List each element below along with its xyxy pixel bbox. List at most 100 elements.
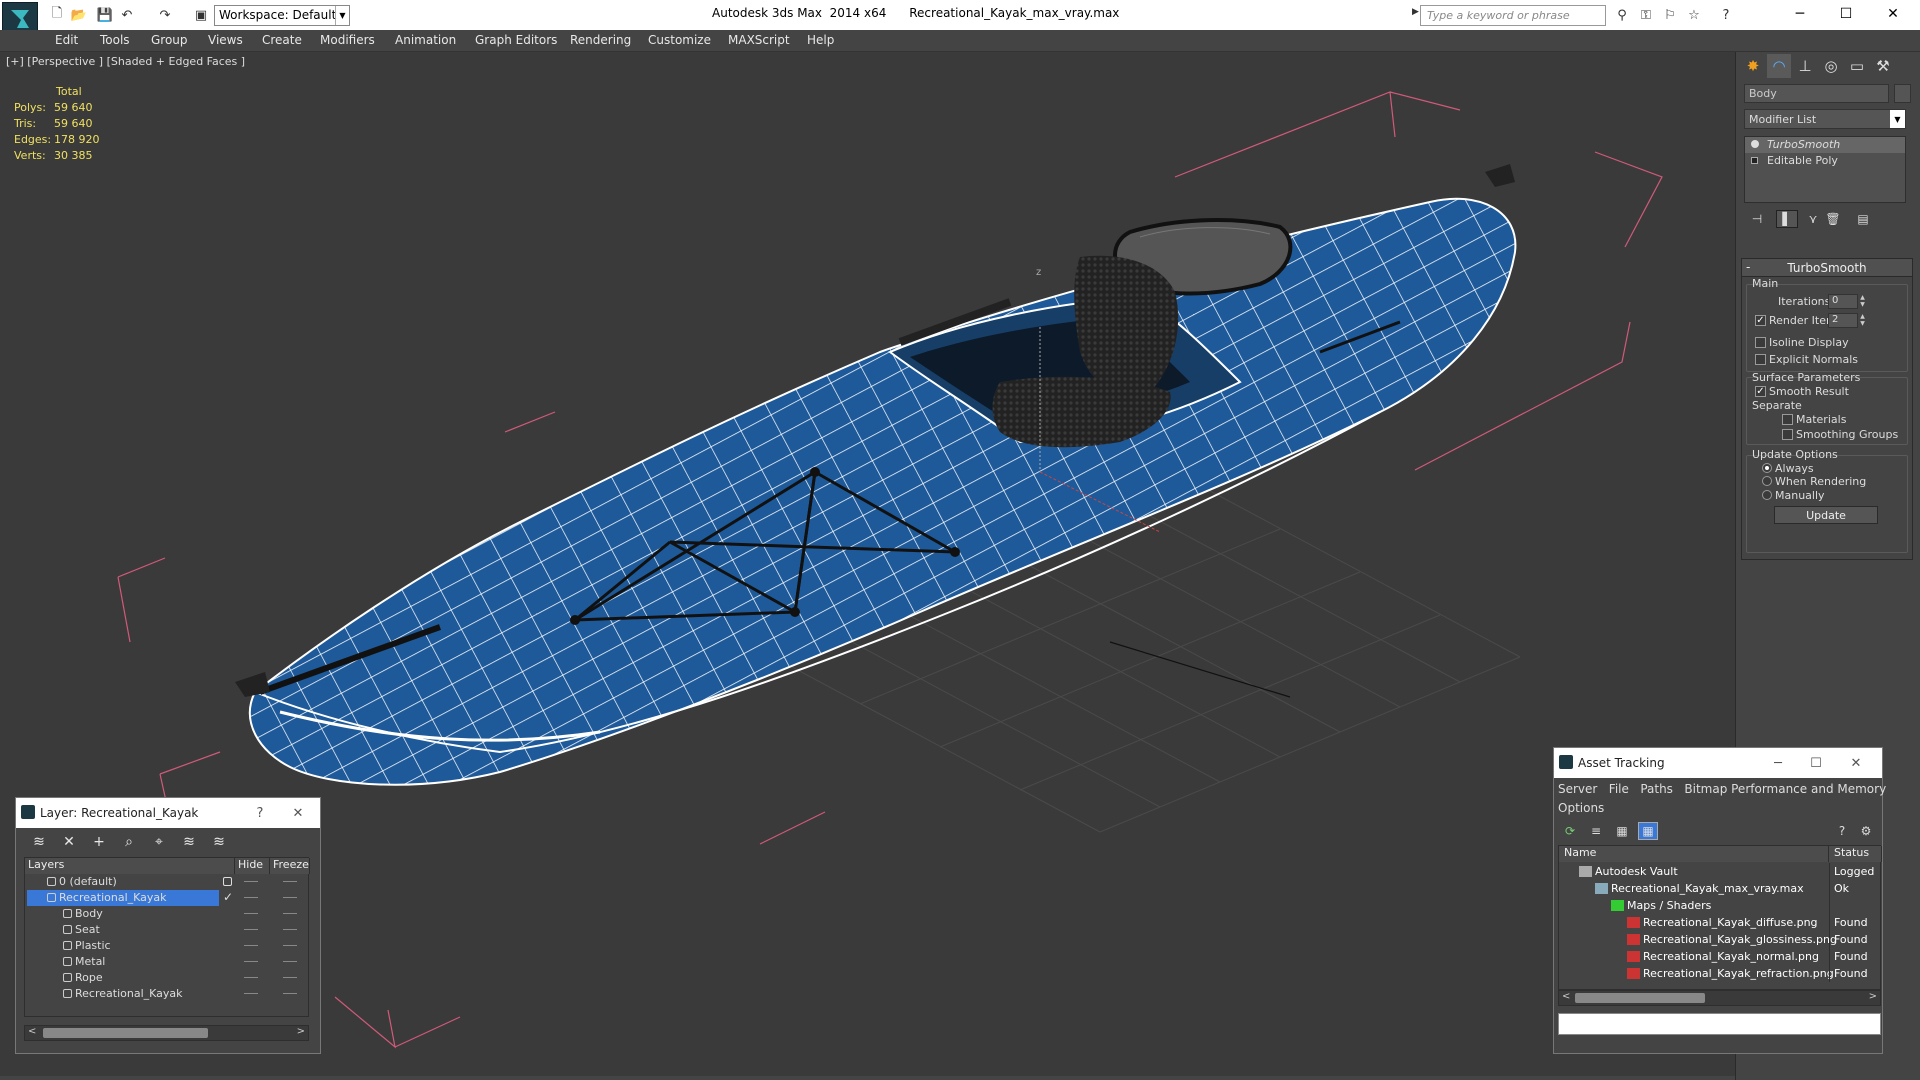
render-iters-spinner[interactable]: 2 <box>1828 313 1858 328</box>
project-folder-icon[interactable]: ▣ <box>192 6 210 24</box>
current-layer-icon[interactable] <box>223 877 232 886</box>
scroll-left-icon[interactable]: < <box>1562 991 1570 1002</box>
column-hide[interactable]: Hide <box>235 858 270 874</box>
materials-checkbox[interactable] <box>1782 414 1793 425</box>
column-status[interactable]: Status <box>1829 846 1882 862</box>
minimize-button[interactable]: ─ <box>1777 0 1823 28</box>
maximize-button[interactable]: ☐ <box>1804 753 1828 773</box>
menu-edit[interactable]: Edit <box>55 33 78 47</box>
binoculars-icon[interactable]: ⚲ <box>1612 6 1632 24</box>
menu-modifiers[interactable]: Modifiers <box>320 33 375 47</box>
viewport-label[interactable]: [+] [Perspective ] [Shaded + Edged Faces… <box>6 55 245 68</box>
layer-horizontal-scrollbar[interactable]: < > <box>24 1025 309 1041</box>
explicit-normals-checkbox[interactable] <box>1755 354 1766 365</box>
undo-icon[interactable]: ↶ <box>118 6 136 24</box>
highlight-layer-icon[interactable]: ⌖ <box>148 832 170 852</box>
object-name-field[interactable]: Body <box>1744 84 1889 103</box>
scroll-right-icon[interactable]: > <box>297 1026 305 1037</box>
close-button[interactable]: ✕ <box>1870 0 1916 28</box>
table-view-icon[interactable]: ▦ <box>1638 822 1658 840</box>
expand-icon[interactable] <box>1751 157 1758 164</box>
active-layer-check-icon[interactable]: ✓ <box>223 890 233 904</box>
isoline-display-checkbox[interactable] <box>1755 337 1766 348</box>
open-file-icon[interactable]: 📂 <box>70 6 88 24</box>
hide-toggle[interactable] <box>244 897 258 898</box>
lightbulb-icon[interactable] <box>1751 140 1759 148</box>
freeze-toggle[interactable] <box>283 977 297 978</box>
asset-row[interactable]: Recreational_Kayak_max_vray.max Ok <box>1559 880 1882 897</box>
freeze-toggle[interactable] <box>283 945 297 946</box>
asset-row[interactable]: Recreational_Kayak_diffuse.png Found <box>1559 914 1882 931</box>
make-unique-icon[interactable]: ⋎ <box>1802 210 1824 228</box>
layer-row[interactable]: Plastic <box>25 938 310 954</box>
menu-customize[interactable]: Customize <box>648 33 711 47</box>
spinner-arrows-icon[interactable]: ▲ ▼ <box>1858 313 1867 328</box>
utilities-tab-icon[interactable]: ⚒ <box>1871 54 1895 78</box>
workspace-dropdown[interactable]: Workspace: Default ▼ <box>214 5 350 26</box>
settings-icon[interactable]: ⚙ <box>1856 822 1876 840</box>
modifier-list-dropdown[interactable]: Modifier List ▼ <box>1744 109 1906 129</box>
freeze-toggle[interactable] <box>283 929 297 930</box>
menu-maxscript[interactable]: MAXScript <box>728 33 790 47</box>
menu-rendering[interactable]: Rendering <box>570 33 631 47</box>
save-file-icon[interactable]: 💾 <box>96 6 114 24</box>
help-icon[interactable]: ? <box>1832 822 1852 840</box>
layer-row[interactable]: Rope <box>25 970 310 986</box>
asset-row[interactable]: Autodesk Vault Logged <box>1559 863 1882 880</box>
layer-row[interactable]: Seat <box>25 922 310 938</box>
hierarchy-tab-icon[interactable]: ⊥ <box>1793 54 1817 78</box>
freeze-toggle[interactable] <box>283 993 297 994</box>
object-color-swatch[interactable] <box>1894 84 1911 103</box>
column-name[interactable]: Name <box>1559 846 1829 862</box>
freeze-toggle[interactable] <box>283 897 297 898</box>
hide-toggle[interactable] <box>244 929 258 930</box>
search-input[interactable]: Type a keyword or phrase <box>1420 5 1606 26</box>
layer-row[interactable]: Recreational_Kayak <box>25 986 310 1002</box>
communication-icon[interactable]: ⚐ <box>1660 6 1680 24</box>
close-button[interactable]: ✕ <box>286 803 310 823</box>
help-icon[interactable]: ? <box>1716 6 1736 24</box>
delete-layer-icon[interactable]: ✕ <box>58 832 80 852</box>
stack-item-editable-poly[interactable]: Editable Poly <box>1745 153 1905 169</box>
asset-path-field[interactable] <box>1558 1013 1881 1035</box>
favorites-star-icon[interactable]: ☆ <box>1684 6 1704 24</box>
menu-help[interactable]: Help <box>807 33 834 47</box>
list-view-icon[interactable]: ≡ <box>1586 822 1606 840</box>
freeze-all-layers-icon[interactable]: ≋ <box>208 832 230 852</box>
tree-view-icon[interactable]: ▦ <box>1612 822 1632 840</box>
menu-graph-editors[interactable]: Graph Editors <box>475 33 557 47</box>
scroll-right-icon[interactable]: > <box>1869 991 1877 1002</box>
new-file-icon[interactable]: 🗋 <box>48 6 66 24</box>
layer-row[interactable]: 0 (default) <box>25 874 310 890</box>
smoothing-groups-checkbox[interactable] <box>1782 429 1793 440</box>
asset-row[interactable]: Recreational_Kayak_refraction.png Found <box>1559 965 1882 982</box>
asset-horizontal-scrollbar[interactable]: < > <box>1558 990 1881 1006</box>
hide-toggle[interactable] <box>244 993 258 994</box>
menu-animation[interactable]: Animation <box>395 33 456 47</box>
asset-menu-options[interactable]: Options <box>1558 799 1886 818</box>
rollout-header[interactable]: - TurboSmooth <box>1742 259 1912 277</box>
manually-radio[interactable] <box>1762 490 1772 500</box>
show-end-result-icon[interactable]: ▌ <box>1776 210 1798 228</box>
close-button[interactable]: ✕ <box>1844 753 1868 773</box>
when-rendering-radio[interactable] <box>1762 476 1772 486</box>
scroll-thumb[interactable] <box>1575 993 1705 1003</box>
modify-tab-icon[interactable]: ◠ <box>1767 54 1791 78</box>
motion-tab-icon[interactable]: ◎ <box>1819 54 1843 78</box>
asset-window-titlebar[interactable]: Asset Tracking ─ ☐ ✕ <box>1554 748 1882 778</box>
layer-row[interactable]: Body <box>25 906 310 922</box>
layer-row[interactable]: Metal <box>25 954 310 970</box>
hide-toggle[interactable] <box>244 913 258 914</box>
freeze-toggle[interactable] <box>283 881 297 882</box>
menu-views[interactable]: Views <box>208 33 243 47</box>
maximize-button[interactable]: ☐ <box>1823 0 1869 28</box>
iterations-spinner[interactable]: 0 <box>1828 294 1858 309</box>
menu-tools[interactable]: Tools <box>100 33 130 47</box>
hide-toggle[interactable] <box>244 977 258 978</box>
asset-row[interactable]: Recreational_Kayak_normal.png Found <box>1559 948 1882 965</box>
menu-create[interactable]: Create <box>262 33 302 47</box>
help-button[interactable]: ? <box>248 803 272 823</box>
hide-toggle[interactable] <box>244 961 258 962</box>
subscription-icon[interactable]: ⚿ <box>1636 6 1656 24</box>
layer-window-titlebar[interactable]: Layer: Recreational_Kayak ? ✕ <box>16 798 320 828</box>
